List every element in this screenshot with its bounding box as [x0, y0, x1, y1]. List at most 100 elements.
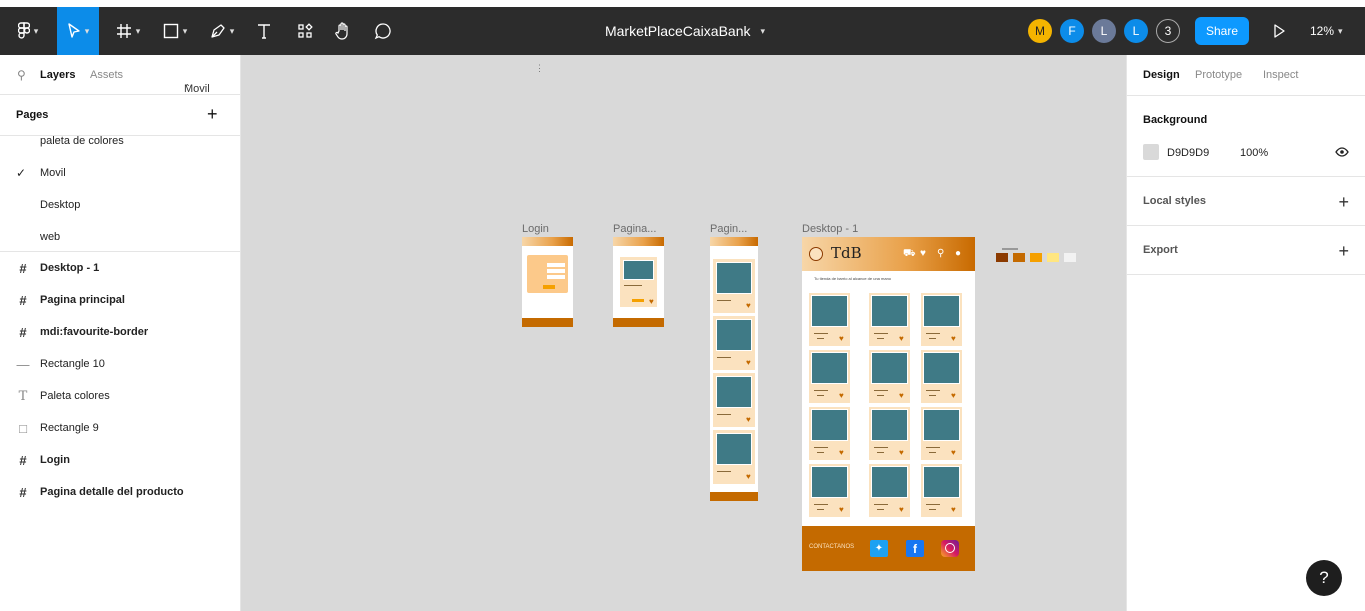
palette-swatch[interactable]: [996, 253, 1008, 262]
color-swatch[interactable]: [1143, 144, 1159, 160]
product-image: [871, 409, 908, 441]
zoom-menu[interactable]: 12% ▾: [1310, 7, 1343, 55]
page-item-active[interactable]: ✓ Movil: [0, 157, 240, 189]
product-card: ♥: [869, 407, 910, 460]
avatar[interactable]: F: [1060, 19, 1084, 43]
background-opacity[interactable]: 100%: [1240, 147, 1268, 159]
avatar[interactable]: M: [1028, 19, 1052, 43]
tab-layers[interactable]: Layers: [40, 69, 75, 81]
frame-label-desktop[interactable]: Desktop - 1: [802, 223, 858, 235]
chevron-down-icon: ▾: [229, 25, 235, 36]
page-item[interactable]: paleta de colores: [0, 136, 240, 157]
main-page-frame[interactable]: ♥ ♥ ♥ ♥: [710, 237, 758, 501]
layer-item[interactable]: # Login: [0, 444, 240, 476]
canvas[interactable]: ⋮ Login Pagina... ♥ Pagin... ♥ ♥ ♥ ♥ Des…: [241, 55, 1126, 611]
hand-tool-button[interactable]: [328, 7, 358, 55]
present-button[interactable]: [1264, 7, 1294, 55]
rectangle-icon: [163, 23, 178, 39]
tab-prototype[interactable]: Prototype: [1195, 69, 1242, 81]
document-title[interactable]: MarketPlaceCaixaBank ▾: [560, 7, 810, 55]
product-text: [717, 357, 731, 358]
frame-icon: #: [19, 324, 27, 340]
move-tool-button[interactable]: ▾: [57, 7, 99, 55]
heart-icon: ♥: [839, 391, 844, 400]
product-image: [923, 352, 960, 384]
main-menu-button[interactable]: ▾: [8, 7, 48, 55]
frame-label-detail[interactable]: Pagina...: [613, 223, 656, 235]
share-button[interactable]: Share: [1195, 17, 1249, 45]
frame-label-login[interactable]: Login: [522, 223, 549, 235]
product-image: [811, 409, 848, 441]
frame-footer: [710, 492, 758, 501]
logo-text: TdB: [831, 244, 862, 262]
palette-swatch[interactable]: [1030, 253, 1042, 262]
pen-tool-button[interactable]: ▾: [202, 7, 242, 55]
avatar[interactable]: L: [1092, 19, 1116, 43]
resources-button[interactable]: [290, 7, 320, 55]
page-item-label: paleta de colores: [40, 136, 124, 147]
product-detail-frame[interactable]: ♥: [613, 237, 664, 327]
heart-icon: ♥: [839, 448, 844, 457]
avatar[interactable]: L: [1124, 19, 1148, 43]
desktop-frame[interactable]: TdB ⛟ ♥ ⚲ ● Tu tienda de barrio al alcan…: [802, 237, 975, 571]
more-users-badge[interactable]: 3: [1156, 19, 1180, 43]
add-export-icon[interactable]: +: [1338, 242, 1349, 260]
frame-icon: #: [19, 452, 27, 468]
drag-handle-icon: ⋮: [535, 63, 544, 73]
heart-icon: ♥: [951, 334, 956, 343]
login-form: [527, 255, 568, 293]
product-image: [811, 466, 848, 498]
layer-label: Paleta colores: [40, 390, 110, 402]
frame-label-principal[interactable]: Pagin...: [710, 223, 747, 235]
text-tool-button[interactable]: [250, 7, 278, 55]
product-text: [926, 333, 940, 334]
layer-item[interactable]: # Desktop - 1: [0, 252, 240, 284]
heart-icon: ♥: [899, 391, 904, 400]
heart-icon: ♥: [746, 415, 751, 424]
search-icon[interactable]: ⚲: [17, 68, 26, 82]
frame-header: [710, 237, 758, 246]
palette-swatch[interactable]: [1047, 253, 1059, 262]
background-hex[interactable]: D9D9D9: [1167, 147, 1209, 159]
tab-assets[interactable]: Assets: [90, 69, 123, 81]
frame-tool-button[interactable]: ▾: [108, 7, 148, 55]
shape-tool-button[interactable]: ▾: [155, 7, 195, 55]
avatar-letter: L: [1100, 24, 1108, 38]
login-input: [547, 275, 565, 279]
palette-swatch[interactable]: [1013, 253, 1025, 262]
product-card: ♥: [869, 350, 910, 403]
layer-label: Pagina detalle del producto: [40, 486, 184, 498]
frame-icon: #: [19, 484, 27, 500]
product-card: ♥: [869, 293, 910, 346]
comment-tool-button[interactable]: [368, 7, 398, 55]
product-text: [717, 471, 731, 472]
palette-swatch[interactable]: [1064, 253, 1076, 262]
product-card: ♥: [809, 464, 850, 517]
tab-inspect[interactable]: Inspect: [1263, 69, 1298, 81]
pages-list: paleta de colores ✓ Movil Desktop web: [0, 136, 240, 252]
frame-header: [613, 237, 664, 246]
tab-design[interactable]: Design: [1143, 69, 1180, 81]
layer-item[interactable]: # mdi:favourite-border: [0, 316, 240, 348]
eye-icon[interactable]: [1335, 147, 1349, 157]
help-button[interactable]: ?: [1306, 560, 1342, 596]
page-item[interactable]: Desktop: [0, 189, 240, 221]
layer-item[interactable]: T Paleta colores: [0, 380, 240, 412]
page-item[interactable]: web: [0, 221, 240, 251]
facebook-icon: f: [906, 540, 924, 557]
product-text: [926, 504, 940, 505]
product-text: [814, 390, 828, 391]
comment-icon: [374, 23, 391, 40]
text-icon: [258, 24, 270, 39]
product-text: [874, 447, 888, 448]
layer-item[interactable]: — Rectangle 10: [0, 348, 240, 380]
add-style-icon[interactable]: +: [1338, 193, 1349, 211]
login-button: [543, 285, 555, 289]
heart-icon: ♥: [951, 448, 956, 457]
layer-item[interactable]: □ Rectangle 9: [0, 412, 240, 444]
layer-item[interactable]: # Pagina principal: [0, 284, 240, 316]
product-price: [817, 338, 824, 339]
layer-item[interactable]: # Pagina detalle del producto: [0, 476, 240, 508]
login-frame[interactable]: [522, 237, 573, 327]
add-page-icon[interactable]: +: [207, 104, 218, 125]
